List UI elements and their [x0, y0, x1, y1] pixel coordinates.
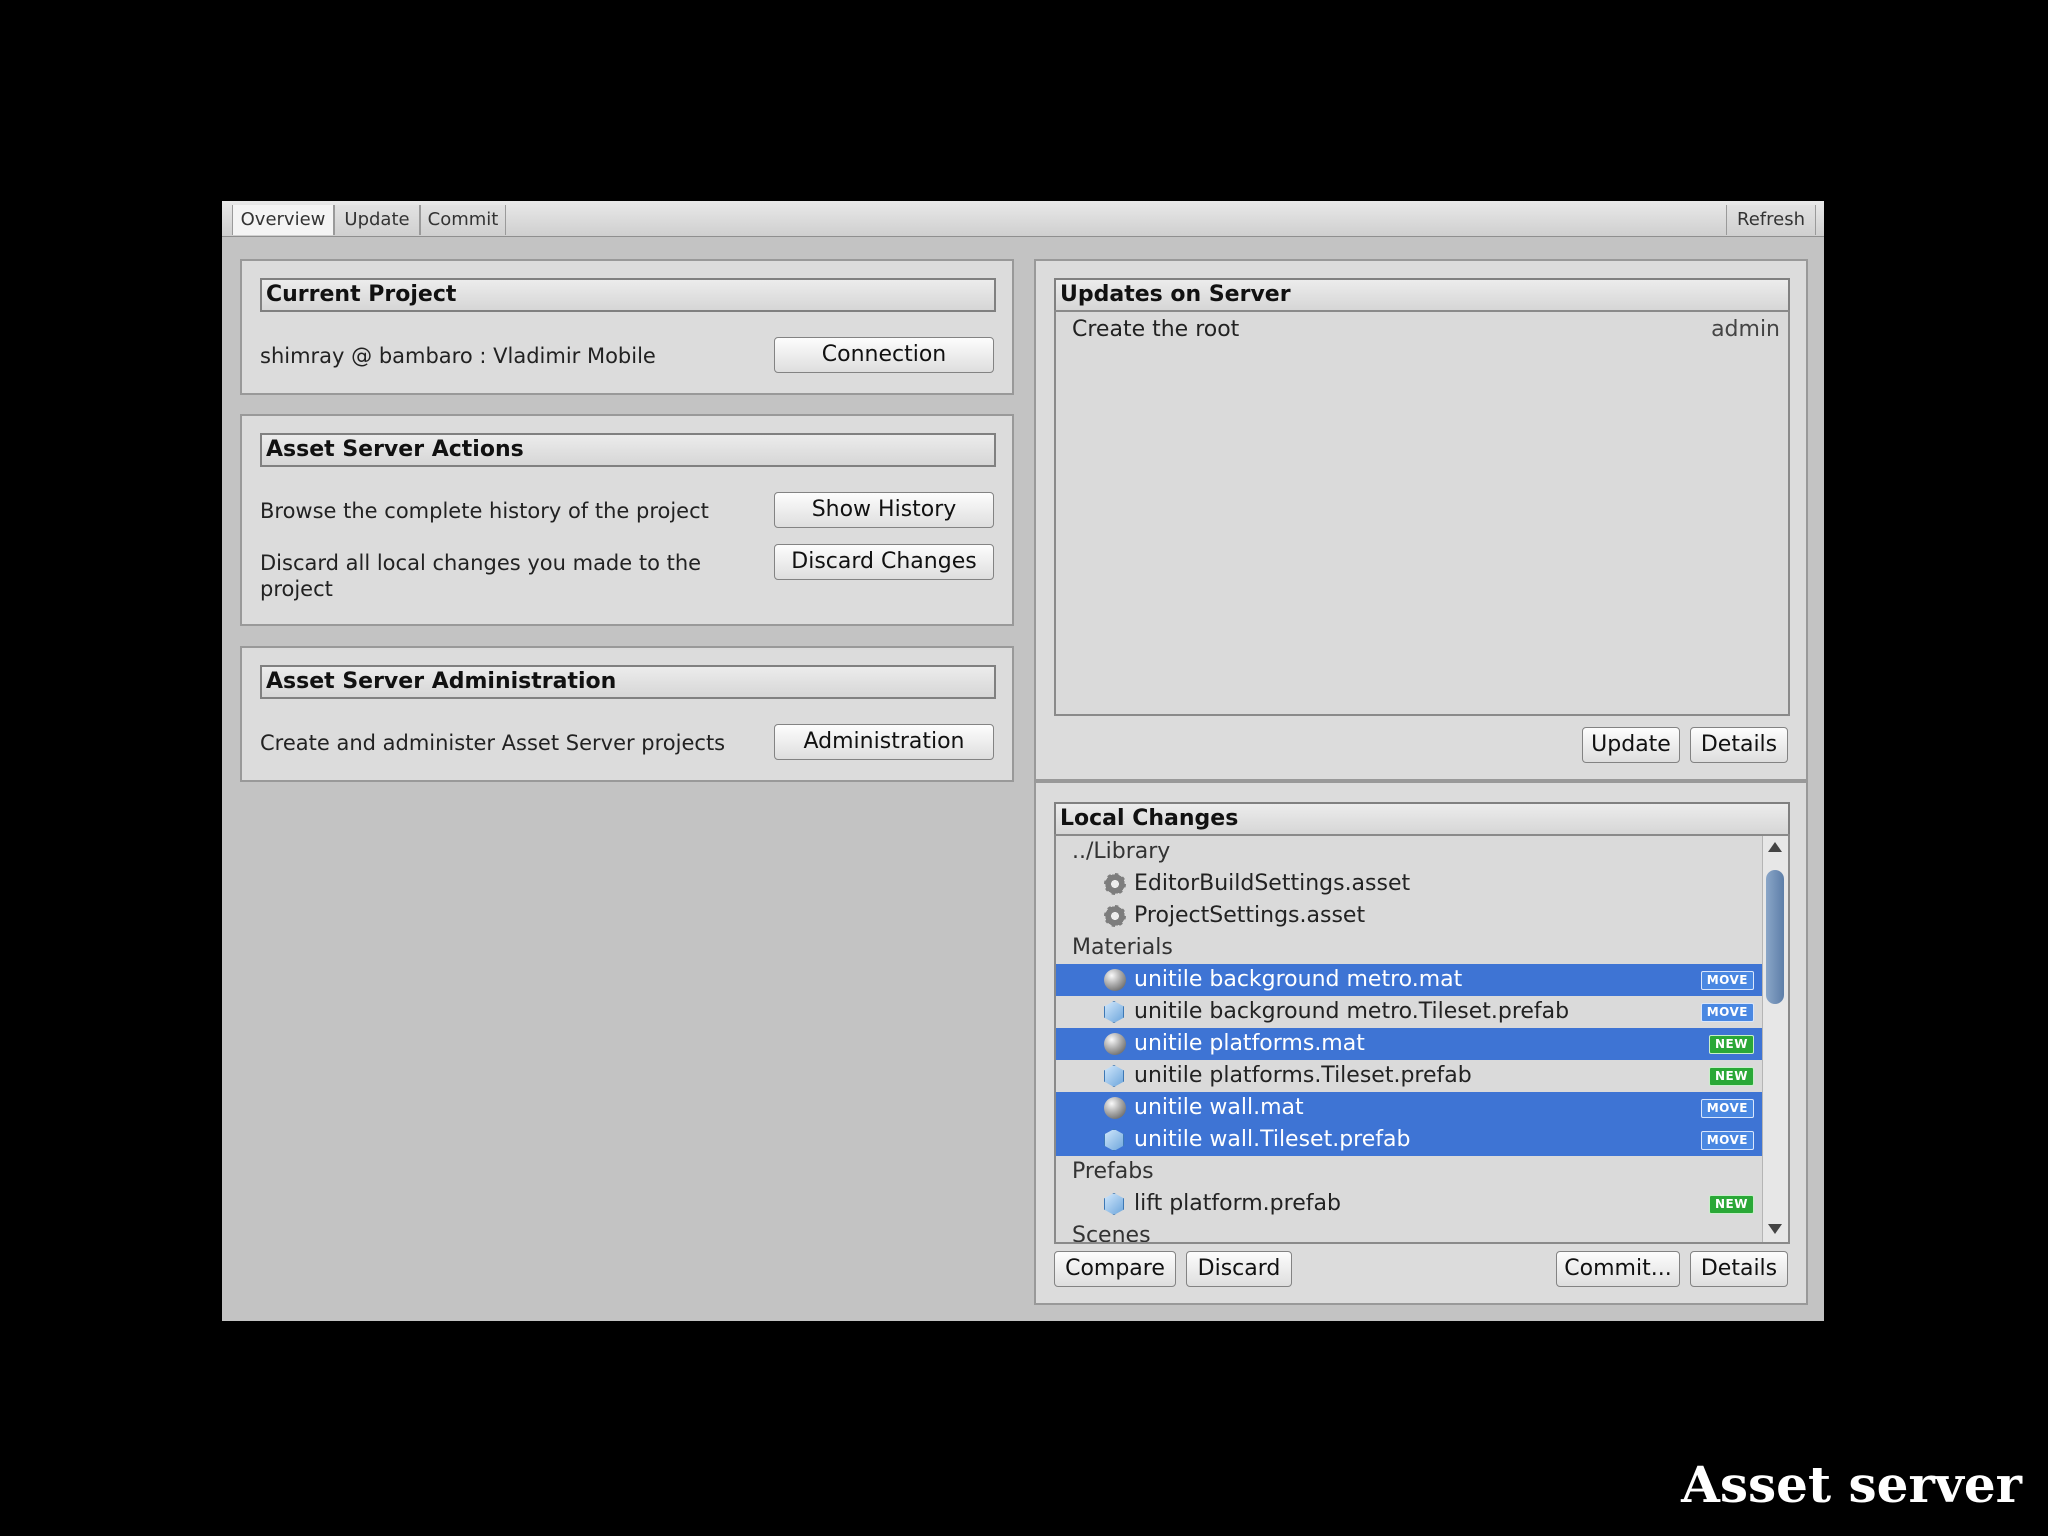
local-changes-panel: Local Changes ../Library EditorBuildSetti… [1034, 781, 1808, 1305]
local-change-row[interactable]: unitile wall.mat MOVE [1056, 1092, 1764, 1124]
updates-on-server-header: Updates on Server [1054, 278, 1790, 312]
prefab-cube-icon [1104, 1193, 1124, 1215]
current-project-header: Current Project [260, 278, 996, 312]
updates-on-server-panel: Updates on Server Create the root admin … [1034, 259, 1808, 781]
folder-group-row[interactable]: ../Library [1056, 836, 1764, 868]
asset-server-actions-header: Asset Server Actions [260, 433, 996, 467]
status-badge: MOVE [1700, 1131, 1754, 1150]
prefab-cube-icon [1104, 1129, 1124, 1151]
gear-icon [1104, 905, 1126, 927]
row-label: Prefabs [1072, 1159, 1154, 1184]
material-sphere-icon [1104, 969, 1126, 991]
status-badge: NEW [1709, 1035, 1754, 1054]
scroll-thumb[interactable] [1766, 870, 1784, 1004]
tab-update[interactable]: Update [334, 205, 420, 235]
row-label: ../Library [1072, 839, 1171, 864]
gear-icon [1104, 873, 1126, 895]
tab-commit[interactable]: Commit [420, 205, 506, 235]
row-label: unitile platforms.mat [1134, 1031, 1365, 1056]
administration-description: Create and administer Asset Server proje… [260, 731, 726, 755]
update-item[interactable]: Create the root admin [1056, 314, 1788, 346]
local-change-row[interactable]: ProjectSettings.asset [1056, 900, 1764, 932]
local-changes-header: Local Changes [1054, 802, 1790, 836]
update-button[interactable]: Update [1582, 727, 1680, 763]
show-history-description: Browse the complete history of the proje… [260, 499, 709, 523]
tab-bar: Overview Update Commit Refresh [222, 201, 1824, 237]
folder-group-row[interactable]: Prefabs [1056, 1156, 1764, 1188]
row-label: EditorBuildSettings.asset [1134, 871, 1411, 896]
local-changes-list[interactable]: ../Library EditorBuildSettings.asset Proje… [1054, 834, 1790, 1244]
discard-changes-button[interactable]: Discard Changes [774, 544, 994, 580]
update-author: admin [1711, 317, 1780, 342]
refresh-button[interactable]: Refresh [1726, 205, 1816, 235]
row-label: unitile wall.Tileset.prefab [1134, 1127, 1411, 1152]
row-label: lift platform.prefab [1134, 1191, 1341, 1216]
local-change-row[interactable]: unitile wall.Tileset.prefab MOVE [1056, 1124, 1764, 1156]
asset-server-window: Overview Update Commit Refresh Current P… [222, 201, 1824, 1321]
status-badge: NEW [1709, 1067, 1754, 1086]
row-label: Scenes [1072, 1223, 1151, 1244]
material-sphere-icon [1104, 1097, 1126, 1119]
local-change-row[interactable]: unitile background metro.Tileset.prefab M… [1056, 996, 1764, 1028]
commit-button[interactable]: Commit... [1556, 1251, 1680, 1287]
scroll-up-arrow-icon[interactable] [1768, 842, 1782, 852]
row-label: Materials [1072, 935, 1173, 960]
connection-info: shimray @ bambaro : Vladimir Mobile [260, 344, 656, 368]
row-label: unitile platforms.Tileset.prefab [1134, 1063, 1472, 1088]
update-message: Create the root [1072, 317, 1240, 342]
local-change-row[interactable]: EditorBuildSettings.asset [1056, 868, 1764, 900]
local-change-row[interactable]: unitile background metro.mat MOVE [1056, 964, 1764, 996]
administration-button[interactable]: Administration [774, 724, 994, 760]
prefab-cube-icon [1104, 1065, 1124, 1087]
asset-server-actions-panel: Asset Server Actions Browse the complete… [240, 414, 1014, 626]
prefab-cube-icon [1104, 1001, 1124, 1023]
tab-overview[interactable]: Overview [232, 205, 334, 235]
status-badge: MOVE [1700, 1003, 1754, 1022]
row-label: unitile wall.mat [1134, 1095, 1304, 1120]
row-label: unitile background metro.mat [1134, 967, 1463, 992]
row-label: unitile background metro.Tileset.prefab [1134, 999, 1570, 1024]
slide-caption: Asset server [1681, 1455, 2022, 1514]
material-sphere-icon [1104, 1033, 1126, 1055]
current-project-panel: Current Project shimray @ bambaro : Vlad… [240, 259, 1014, 395]
local-change-row[interactable]: unitile platforms.mat NEW [1056, 1028, 1764, 1060]
local-changes-scrollbar[interactable] [1762, 836, 1788, 1242]
folder-group-row[interactable]: Scenes [1056, 1220, 1764, 1244]
asset-server-administration-header: Asset Server Administration [260, 665, 996, 699]
local-change-row[interactable]: lift platform.prefab NEW [1056, 1188, 1764, 1220]
row-label: ProjectSettings.asset [1134, 903, 1366, 928]
status-badge: MOVE [1700, 971, 1754, 990]
status-badge: NEW [1709, 1195, 1754, 1214]
status-badge: MOVE [1700, 1099, 1754, 1118]
discard-button[interactable]: Discard [1186, 1251, 1292, 1287]
folder-group-row[interactable]: Materials [1056, 932, 1764, 964]
show-history-button[interactable]: Show History [774, 492, 994, 528]
local-change-row[interactable]: unitile platforms.Tileset.prefab NEW [1056, 1060, 1764, 1092]
update-details-button[interactable]: Details [1690, 727, 1788, 763]
compare-button[interactable]: Compare [1054, 1251, 1176, 1287]
updates-list[interactable]: Create the root admin [1054, 310, 1790, 716]
discard-changes-description: Discard all local changes you made to th… [260, 551, 702, 601]
scroll-down-arrow-icon[interactable] [1768, 1224, 1782, 1234]
connection-button[interactable]: Connection [774, 337, 994, 373]
asset-server-administration-panel: Asset Server Administration Create and a… [240, 646, 1014, 782]
local-changes-details-button[interactable]: Details [1690, 1251, 1788, 1287]
